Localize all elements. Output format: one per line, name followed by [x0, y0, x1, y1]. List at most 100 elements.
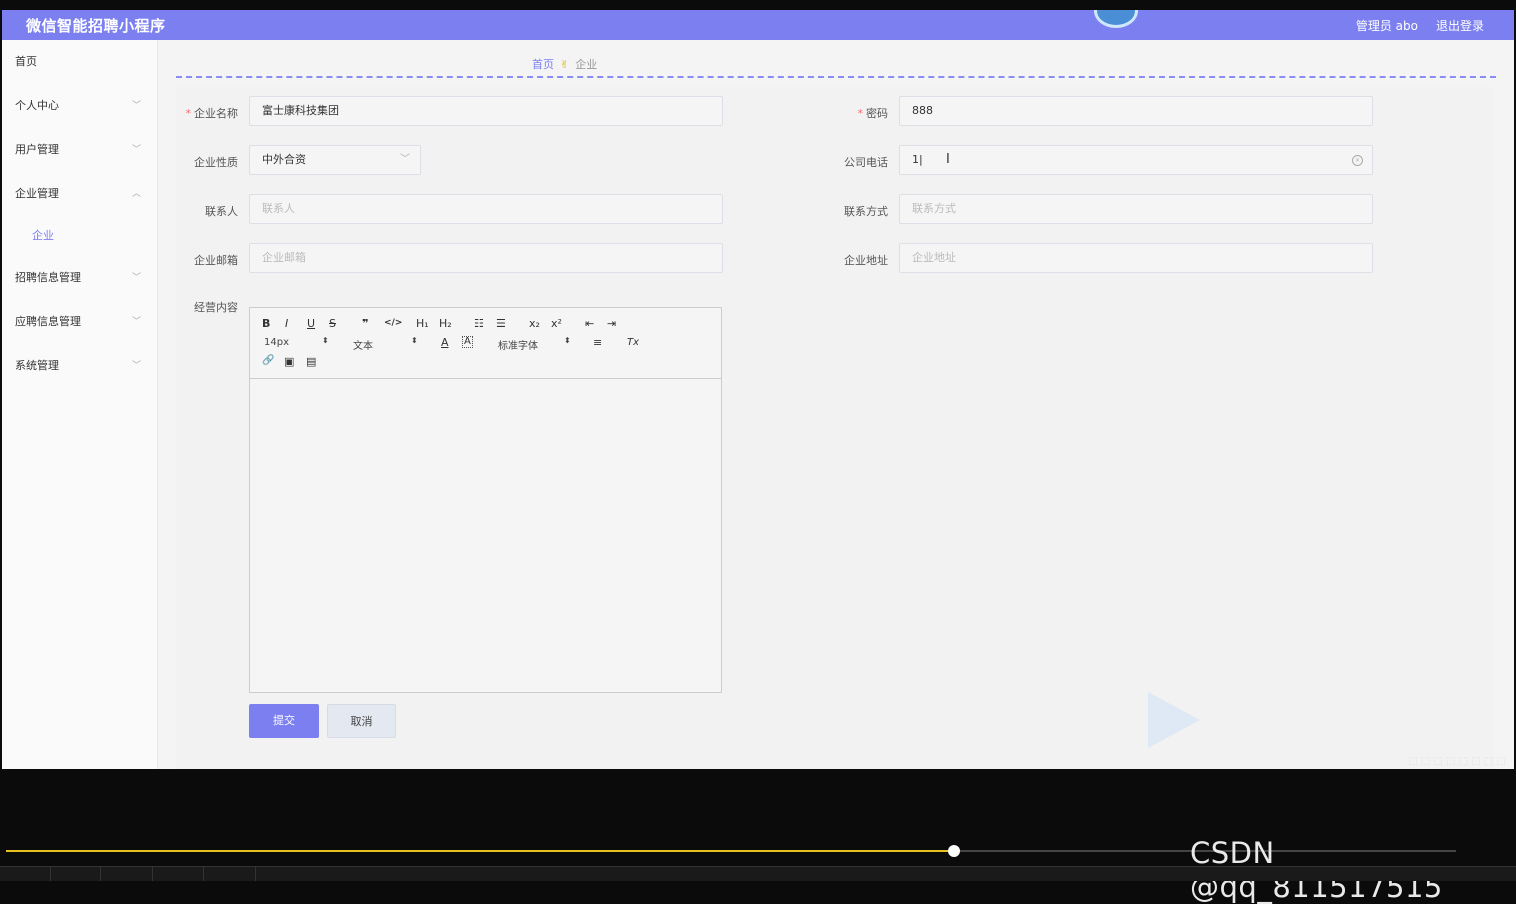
quote-button[interactable]: ❞: [362, 317, 368, 330]
sidebar-item-label: 个人中心: [15, 99, 59, 112]
company-type-value: 中外合资: [262, 153, 306, 166]
company-name-label: * 企业名称: [168, 105, 239, 121]
header-actions: 管理员 abo 退出登录: [1356, 17, 1484, 34]
clear-icon[interactable]: ×: [1352, 155, 1363, 166]
sidebar: 首页 个人中心 ﹀ 用户管理 ﹀ 企业管理 ︿ 企业 招聘信息管理 ﹀ 应聘信息管理 ﹀ …: [2, 40, 158, 769]
cancel-button[interactable]: 取消: [327, 704, 396, 738]
bottom-bar-segment: [203, 867, 256, 881]
bullet-list-button[interactable]: ☰: [496, 317, 506, 330]
company-type-label: 企业性质: [194, 156, 238, 169]
required-marker: *: [857, 107, 864, 120]
business-content-label: 经营内容: [194, 301, 238, 314]
sort-arrows-icon: ⬍: [322, 336, 329, 345]
top-header: 微信智能招聘小程序 管理员 abo 退出登录: [2, 10, 1514, 40]
font-color-button[interactable]: A: [441, 336, 449, 349]
submit-button[interactable]: 提交: [249, 704, 319, 738]
sidebar-item-label: 用户管理: [15, 143, 59, 156]
company-phone-label: 公司电话: [844, 156, 888, 169]
strike-button[interactable]: S: [329, 317, 336, 330]
contact-person-label: 联系人: [205, 205, 238, 218]
sidebar-item-recruitment-info[interactable]: 招聘信息管理 ﹀: [2, 256, 157, 300]
logout-link[interactable]: 退出登录: [1436, 17, 1484, 34]
bold-button[interactable]: B: [262, 317, 270, 330]
ibeam-cursor-icon: I: [946, 152, 950, 167]
editor-toolbar: B I U S ❞ </> H₁ H₂ ☷ ☰ x₂ x² ⇤ ⇥ 14px ⬍ …: [250, 308, 721, 379]
chevron-down-icon: ﹀: [131, 317, 141, 327]
ordered-list-button[interactable]: ☷: [474, 317, 484, 330]
contact-person-input[interactable]: 联系人: [249, 194, 723, 224]
sidebar-item-home[interactable]: 首页: [2, 40, 157, 84]
code-button[interactable]: </>: [384, 318, 402, 328]
breadcrumb-home[interactable]: 首页: [532, 58, 554, 71]
chevron-down-icon: ﹀: [131, 101, 141, 111]
chevron-down-icon: ﹀: [131, 273, 141, 283]
outdent-button[interactable]: ⇤: [585, 317, 594, 330]
admin-user-label: 管理员 abo: [1355, 19, 1418, 33]
breadcrumb: 首页 ✌ 企业: [532, 56, 597, 72]
bottom-bar-segment: [0, 867, 51, 881]
hand-icon: ✌: [560, 58, 570, 71]
h2-button[interactable]: H₂: [439, 317, 452, 330]
company-phone-input[interactable]: 1| I ×: [899, 145, 1373, 175]
indent-button[interactable]: ⇥: [607, 317, 616, 330]
app-screen: 微信智能招聘小程序 管理员 abo 退出登录 首页 个人中心 ﹀ 用户管理 ﹀ 企业…: [2, 10, 1514, 769]
bottom-bar-segment: [50, 867, 101, 881]
sidebar-item-label: 招聘信息管理: [15, 271, 81, 284]
sidebar-item-label: 首页: [15, 55, 37, 68]
sidebar-item-user-management[interactable]: 用户管理 ﹀: [2, 128, 157, 172]
link-button[interactable]: 🔗: [262, 355, 274, 366]
subscript-button[interactable]: x₂: [529, 317, 540, 330]
chevron-down-icon: ﹀: [131, 361, 141, 371]
align-button[interactable]: ≡: [593, 336, 602, 349]
h1-button[interactable]: H₁: [416, 317, 429, 330]
system-tray-icons: ⬚ ⬚ ⬚ ⬚ ⬚ ⬚ ⬚ ⬚: [1408, 756, 1506, 767]
company-phone-value: 1: [912, 153, 919, 166]
company-email-input[interactable]: 企业邮箱: [249, 243, 723, 273]
editor-body[interactable]: [250, 379, 721, 693]
chevron-down-icon: ﹀: [400, 154, 410, 165]
required-marker: *: [185, 107, 192, 120]
company-name-input[interactable]: 富士康科技集团: [249, 96, 723, 126]
breadcrumb-current: 企业: [575, 58, 598, 71]
underline-button[interactable]: U: [307, 317, 315, 330]
contact-method-input[interactable]: 联系方式: [899, 194, 1373, 224]
image-button[interactable]: ▣: [284, 355, 294, 368]
company-name-label-text: 企业名称: [194, 107, 238, 120]
seek-progress: [6, 850, 954, 852]
sort-arrows-icon: ⬍: [564, 336, 571, 345]
company-address-input[interactable]: 企业地址: [899, 243, 1373, 273]
sidebar-item-label: 应聘信息管理: [15, 315, 81, 328]
sidebar-item-label: 系统管理: [15, 359, 59, 372]
header-select[interactable]: 文本 ⬍: [353, 336, 419, 352]
password-label: * 密码: [818, 105, 889, 121]
sort-arrows-icon: ⬍: [411, 336, 418, 345]
font-select-value: 标准字体: [498, 341, 538, 352]
bottom-bar-segment: [100, 867, 153, 881]
sidebar-item-system-management[interactable]: 系统管理 ﹀: [2, 344, 157, 388]
sidebar-item-company-management[interactable]: 企业管理 ︿: [2, 172, 157, 216]
sidebar-item-personal-center[interactable]: 个人中心 ﹀: [2, 84, 157, 128]
sidebar-item-label: 企业管理: [15, 187, 59, 200]
company-email-label: 企业邮箱: [194, 254, 238, 267]
chevron-up-icon: ︿: [131, 189, 141, 199]
avatar-icon: [1094, 10, 1138, 28]
company-address-label: 企业地址: [844, 254, 888, 267]
company-type-select[interactable]: 中外合资 ﹀: [249, 145, 421, 175]
superscript-button[interactable]: x²: [551, 317, 562, 330]
bottom-bar-segment: [152, 867, 204, 881]
video-button[interactable]: ▤: [306, 355, 316, 368]
size-select[interactable]: 14px ⬍: [264, 336, 330, 348]
seek-thumb[interactable]: [948, 845, 960, 857]
font-select[interactable]: 标准字体 ⬍: [498, 336, 574, 352]
chevron-down-icon: ﹀: [131, 145, 141, 155]
contact-method-label: 联系方式: [844, 205, 888, 218]
sidebar-subitem-company[interactable]: 企业: [2, 216, 157, 256]
text-cursor-icon: |: [919, 153, 923, 166]
player-logo-icon: [1148, 692, 1200, 748]
sidebar-item-application-info[interactable]: 应聘信息管理 ﹀: [2, 300, 157, 344]
background-color-button[interactable]: A: [462, 336, 473, 348]
italic-button[interactable]: I: [285, 317, 288, 330]
clean-format-button[interactable]: Tx: [627, 337, 639, 348]
app-title: 微信智能招聘小程序: [26, 17, 166, 35]
password-input[interactable]: 888: [899, 96, 1373, 126]
